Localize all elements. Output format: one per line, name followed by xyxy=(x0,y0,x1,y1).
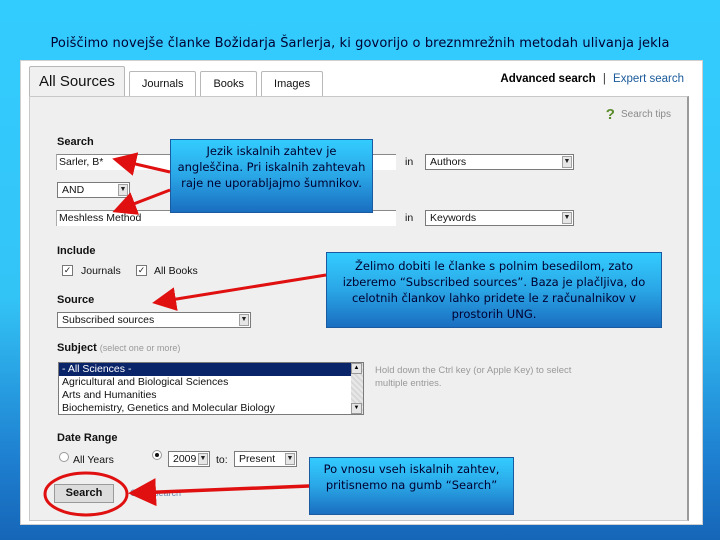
from-year-value: 2009 xyxy=(173,453,197,465)
chevron-down-icon: ▼ xyxy=(198,453,208,465)
from-year-radio[interactable] xyxy=(152,450,162,460)
from-year-select[interactable]: 2009 ▼ xyxy=(168,451,210,467)
tab-images[interactable]: Images xyxy=(261,71,324,96)
to-year-select[interactable]: Present ▼ xyxy=(234,451,297,467)
chevron-down-icon: ▼ xyxy=(118,184,128,196)
slide-title: Poiščimo novejše članke Božidarja Šarler… xyxy=(50,36,670,51)
to-label: to: xyxy=(216,454,228,466)
field-select-2-value: Keywords xyxy=(430,212,477,224)
all-years-radio[interactable] xyxy=(59,452,69,462)
subject-sublabel: (select one or more) xyxy=(99,343,181,353)
chevron-down-icon: ▼ xyxy=(562,212,572,224)
all-years-label: All Years xyxy=(73,454,114,466)
subject-label-text: Subject xyxy=(57,342,97,354)
clear-search-link[interactable]: Clear search xyxy=(130,488,181,498)
scroll-up-icon[interactable]: ▲ xyxy=(351,363,362,374)
subject-option[interactable]: Agricultural and Biological Sciences xyxy=(59,376,363,389)
tab-books[interactable]: Books xyxy=(200,71,258,96)
source-label: Source xyxy=(57,294,95,306)
source-select-value: Subscribed sources xyxy=(62,314,155,326)
scroll-down-icon[interactable]: ▼ xyxy=(351,403,362,414)
callout-sources: Želimo dobiti le članke s polnim besedil… xyxy=(326,252,662,328)
search-label: Search xyxy=(57,136,94,148)
subject-option[interactable]: - All Sciences - xyxy=(59,363,363,376)
operator-select[interactable]: AND ▼ xyxy=(57,182,130,198)
chevron-down-icon: ▼ xyxy=(285,453,295,465)
listbox-scrollbar[interactable]: ▲ ▼ xyxy=(351,363,363,414)
link-separator: | xyxy=(602,73,606,85)
all-books-checkbox-label: All Books xyxy=(154,265,198,277)
chevron-down-icon: ▼ xyxy=(562,156,572,168)
field-select-1-value: Authors xyxy=(430,156,467,168)
callout-language: Jezik iskalnih zahtev je angleščina. Pri… xyxy=(170,139,373,213)
tab-journals[interactable]: Journals xyxy=(128,71,197,96)
subject-option[interactable]: Arts and Humanities xyxy=(59,389,363,402)
journals-checkbox[interactable]: ✓ xyxy=(62,265,73,276)
search-tips-link[interactable]: ? Search tips xyxy=(606,106,671,123)
operator-value: AND xyxy=(62,184,85,196)
advanced-search-link[interactable]: Advanced search xyxy=(500,73,595,85)
search-tips-label: Search tips xyxy=(620,109,671,120)
in-label-2: in xyxy=(405,212,414,224)
callout-search-button: Po vnosu vseh iskalnih zahtev, pritisnem… xyxy=(309,457,514,515)
source-tabs: All Sources Journals Books Images xyxy=(29,66,327,96)
subject-label: Subject (select one or more) xyxy=(57,342,180,354)
date-range-label: Date Range xyxy=(57,432,118,444)
include-label: Include xyxy=(57,245,96,257)
subject-option[interactable]: Biochemistry, Genetics and Molecular Bio… xyxy=(59,402,363,414)
subject-hint: Hold down the Ctrl key (or Apple Key) to… xyxy=(375,365,572,389)
chevron-down-icon: ▼ xyxy=(239,314,249,326)
to-year-value: Present xyxy=(239,453,276,465)
all-books-checkbox[interactable]: ✓ xyxy=(136,265,147,276)
question-icon: ? xyxy=(605,106,615,123)
search-button[interactable]: Search xyxy=(54,484,114,503)
subject-listbox[interactable]: - All Sciences - Agricultural and Biolog… xyxy=(58,362,364,415)
field-select-2[interactable]: Keywords ▼ xyxy=(425,210,574,226)
in-label-1: in xyxy=(405,156,414,168)
search-mode-links: Advanced search | Expert search xyxy=(500,73,684,85)
tab-all-sources[interactable]: All Sources xyxy=(29,66,125,96)
source-select[interactable]: Subscribed sources ▼ xyxy=(57,312,251,328)
journals-checkbox-label: Journals xyxy=(81,265,121,277)
field-select-1[interactable]: Authors ▼ xyxy=(425,154,574,170)
expert-search-link[interactable]: Expert search xyxy=(613,73,684,85)
